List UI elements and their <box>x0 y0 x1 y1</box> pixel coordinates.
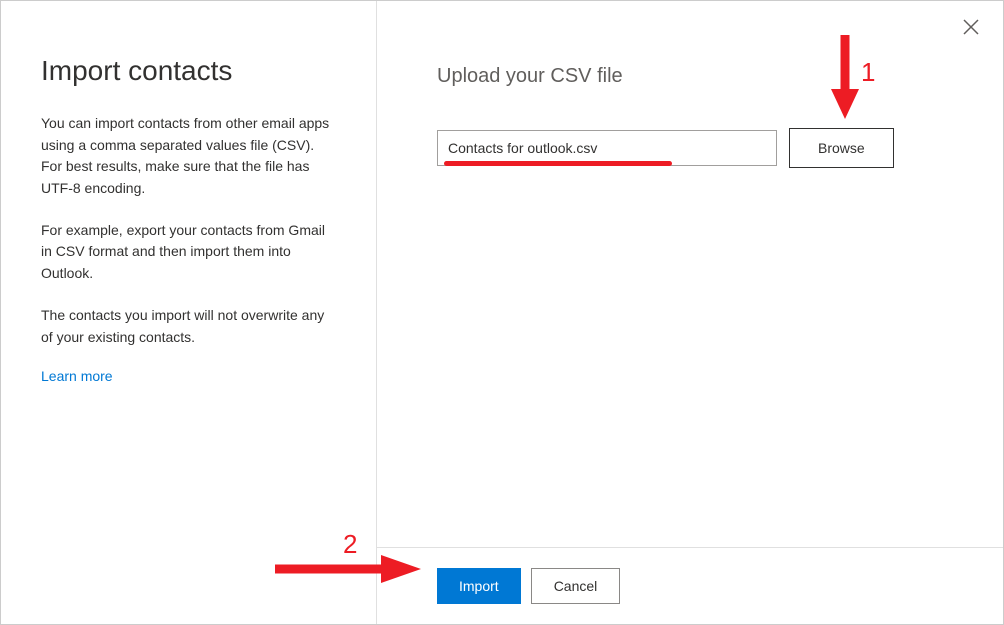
close-button[interactable] <box>961 17 981 37</box>
info-paragraph-3: The contacts you import will not overwri… <box>41 305 336 348</box>
page-title: Import contacts <box>41 55 336 87</box>
browse-button[interactable]: Browse <box>789 128 894 168</box>
cancel-button[interactable]: Cancel <box>531 568 621 604</box>
info-panel: Import contacts You can import contacts … <box>1 1 377 624</box>
dialog-footer: Import Cancel <box>377 547 1003 624</box>
file-name-input[interactable] <box>437 130 777 166</box>
info-paragraph-1: You can import contacts from other email… <box>41 113 336 200</box>
import-button[interactable]: Import <box>437 568 521 604</box>
learn-more-link[interactable]: Learn more <box>41 368 113 384</box>
main-panel: Upload your CSV file Browse Import Cance… <box>377 1 1003 624</box>
close-icon <box>963 19 979 35</box>
upload-title: Upload your CSV file <box>437 65 943 88</box>
info-paragraph-2: For example, export your contacts from G… <box>41 220 336 285</box>
